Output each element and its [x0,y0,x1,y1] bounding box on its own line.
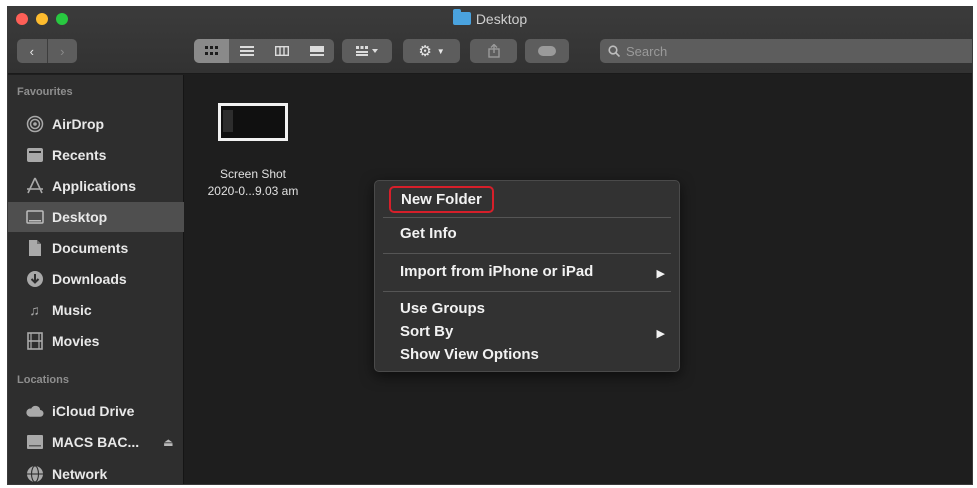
favourites-heading: Favourites [17,86,73,98]
sidebar-item-label: Music [52,302,92,318]
icon-view-button[interactable] [194,39,229,63]
drive-icon [25,433,44,452]
sidebar-item-label: Applications [52,178,137,194]
window-title-text: Desktop [475,11,528,27]
share-button[interactable] [470,39,517,63]
share-icon [487,44,500,58]
locations-heading: Locations [17,374,69,386]
sidebar-item-network[interactable]: Network [8,459,184,484]
title-bar: Desktop ‹ › ⚙ ▼ Search [8,7,972,74]
recents-icon [25,146,44,165]
sidebar: Favourites AirDrop Recents Applications … [8,75,184,484]
cloud-icon [25,402,44,421]
sidebar-item-label: Movies [52,333,100,349]
list-view-icon [239,46,254,56]
music-icon: ♫ [29,302,40,318]
menu-separator [383,291,671,292]
search-icon [608,45,620,57]
sidebar-item-macs-backup[interactable]: MACS BAC... ⏏ [8,427,184,457]
action-button[interactable]: ⚙ ▼ [403,39,460,63]
sidebar-item-label: Network [52,466,108,482]
menu-item-get-info[interactable]: Get Info [400,224,457,244]
sidebar-item-label: Documents [52,240,129,256]
search-field[interactable]: Search [600,39,972,63]
icon-view-icon [204,46,218,55]
column-view-button[interactable] [264,39,299,63]
file-name-line1: Screen Shot [219,167,287,181]
submenu-arrow-icon: ▶ [656,268,665,280]
folder-icon [452,9,471,25]
gear-icon: ⚙ [418,43,432,60]
eject-icon[interactable]: ⏏ [163,436,173,449]
gallery-view-icon [309,46,324,56]
desktop-icon [25,208,44,227]
airdrop-icon [25,115,44,134]
network-icon [25,465,44,484]
menu-item-import-from-iphone[interactable]: Import from iPhone or iPad [400,262,593,282]
back-forward-buttons: ‹ › [17,39,77,63]
view-mode-buttons [194,39,334,63]
sidebar-item-label: Downloads [52,271,127,287]
column-view-icon [274,46,289,56]
sidebar-item-desktop[interactable]: Desktop [8,202,184,232]
context-menu: New Folder Get Info Import from iPhone o… [374,180,680,372]
sidebar-item-music[interactable]: ♫ Music [8,295,184,325]
sidebar-item-label: Desktop [52,209,108,225]
sidebar-item-downloads[interactable]: Downloads [8,264,184,294]
sidebar-item-icloud-drive[interactable]: iCloud Drive [8,396,184,426]
sidebar-item-label: AirDrop [52,116,105,132]
chevron-down-icon: ▼ [436,46,445,56]
file-name-line2: 2020-0...9.03 am [207,184,299,198]
sidebar-item-applications[interactable]: Applications [8,171,184,201]
sidebar-item-label: iCloud Drive [52,403,135,419]
forward-button[interactable]: › [46,39,78,63]
tag-button[interactable] [525,39,569,63]
applications-icon [25,177,44,196]
menu-item-new-folder[interactable]: New Folder [389,186,494,213]
list-view-button[interactable] [229,39,264,63]
menu-separator [383,253,671,254]
forward-icon: › [60,43,65,59]
file-thumbnail [218,103,288,141]
submenu-arrow-icon: ▶ [656,328,665,340]
file-item-screenshot[interactable]: Screen Shot 2020-0...9.03 am [198,103,308,200]
group-by-icon [356,46,378,56]
menu-item-show-view-options[interactable]: Show View Options [400,345,539,365]
documents-icon [25,239,44,258]
menu-separator [383,217,671,218]
finder-window: Desktop ‹ › ⚙ ▼ Search Favourites AirDro… [7,6,973,485]
sidebar-item-label: MACS BAC... [52,434,140,450]
menu-item-use-groups[interactable]: Use Groups [400,299,485,319]
sidebar-item-movies[interactable]: Movies [8,326,184,356]
back-button[interactable]: ‹ [17,39,47,63]
movies-icon [25,332,44,351]
sidebar-item-airdrop[interactable]: AirDrop [8,109,184,139]
menu-item-sort-by[interactable]: Sort By [400,322,453,342]
group-by-button[interactable] [342,39,392,63]
search-placeholder: Search [626,43,668,59]
sidebar-item-recents[interactable]: Recents [8,140,184,170]
back-icon: ‹ [29,43,34,59]
window-title: Desktop [8,9,972,27]
tag-icon [538,46,556,56]
sidebar-item-documents[interactable]: Documents [8,233,184,263]
downloads-icon [25,270,44,289]
sidebar-item-label: Recents [52,147,107,163]
gallery-view-button[interactable] [299,39,334,63]
